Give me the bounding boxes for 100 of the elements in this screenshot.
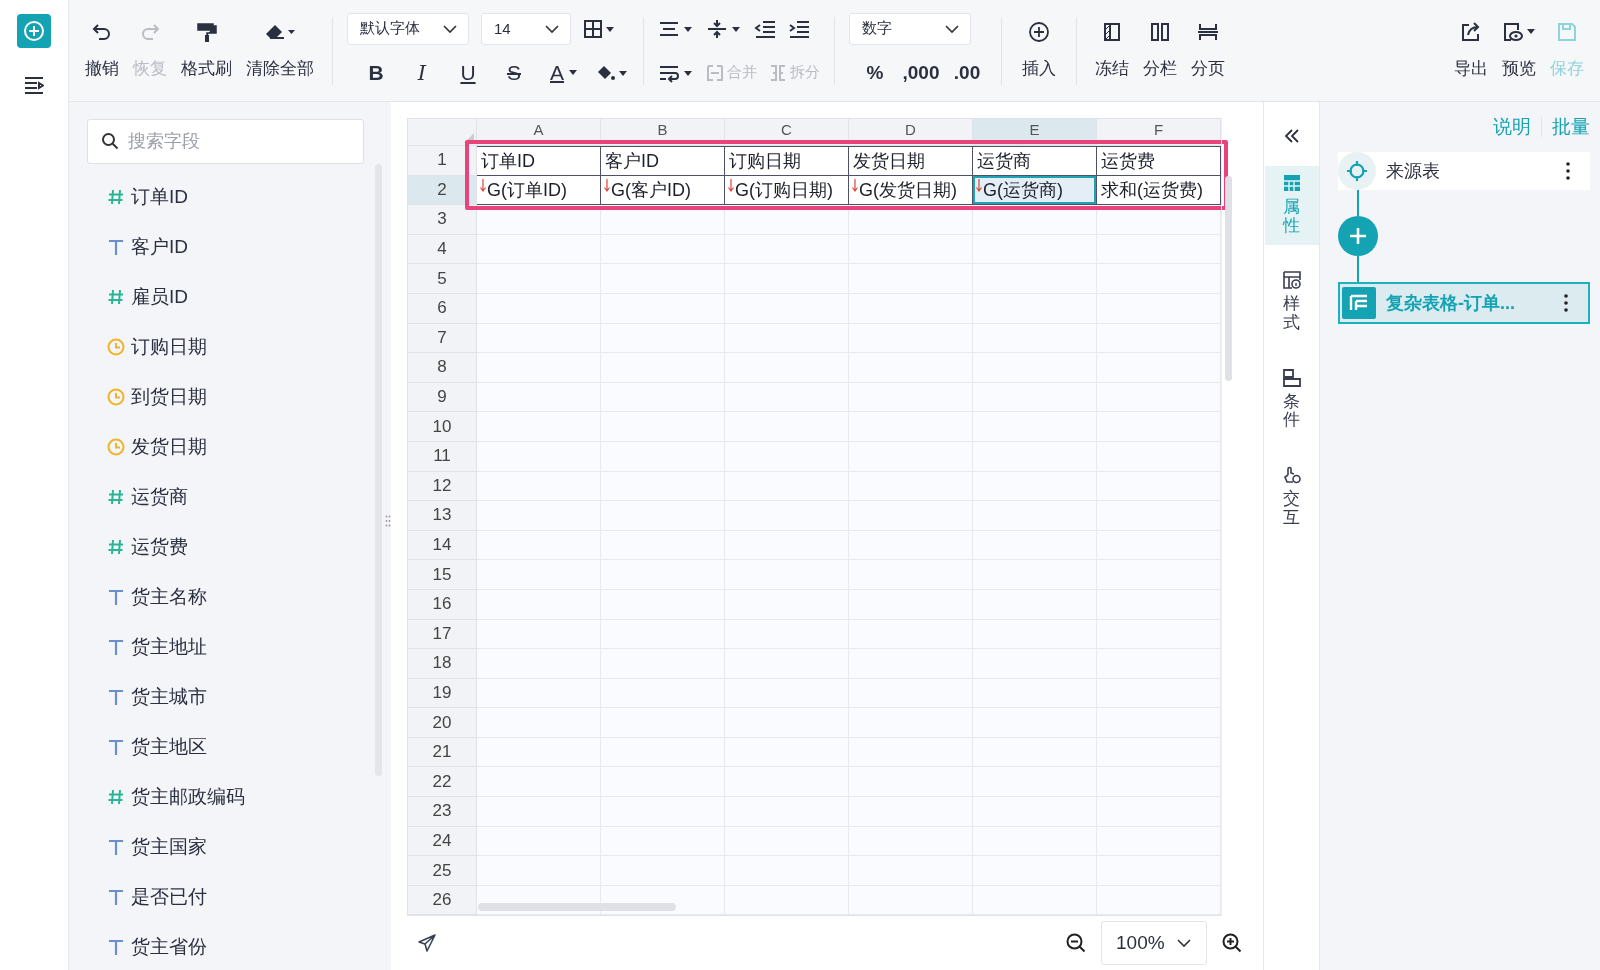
- table-cell[interactable]: [973, 885, 1097, 916]
- side-tab[interactable]: 条件: [1264, 360, 1319, 441]
- field-item[interactable]: 货主城市: [131, 684, 207, 710]
- field-item[interactable]: 运货费: [131, 534, 188, 560]
- more-icon[interactable]: [1564, 294, 1568, 312]
- add-step-button[interactable]: [1338, 216, 1378, 256]
- field-item[interactable]: 订购日期: [131, 334, 207, 360]
- row-header[interactable]: 22: [408, 767, 477, 798]
- freeze-button[interactable]: 冻结: [1091, 21, 1133, 80]
- outdent-icon[interactable]: [754, 18, 776, 39]
- add-button[interactable]: [17, 14, 51, 48]
- table-cell[interactable]: [477, 501, 601, 531]
- row-header[interactable]: 6: [408, 293, 477, 324]
- table-cell[interactable]: G(订购日期): [725, 175, 849, 206]
- color-button[interactable]: A: [541, 57, 587, 88]
- table-cell[interactable]: [477, 649, 601, 679]
- table-cell[interactable]: [477, 264, 601, 294]
- row-header[interactable]: 26: [408, 885, 477, 916]
- table-cell[interactable]: [477, 471, 601, 502]
- indent-icon[interactable]: [788, 18, 810, 39]
- row-header[interactable]: 25: [408, 856, 477, 886]
- collapse-icon[interactable]: [1282, 128, 1301, 144]
- field-item[interactable]: 货主国家: [131, 834, 207, 860]
- vertical-align-icon[interactable]: [706, 18, 742, 39]
- number-format-select[interactable]: 数字: [849, 12, 971, 45]
- strike-button[interactable]: S: [495, 57, 533, 88]
- field-item[interactable]: 货主省份: [131, 934, 207, 960]
- row-header[interactable]: 24: [408, 826, 477, 857]
- table-cell[interactable]: 订单ID: [477, 146, 601, 176]
- row-header[interactable]: 12: [408, 471, 477, 502]
- table-cell[interactable]: [477, 293, 601, 324]
- send-icon[interactable]: [417, 933, 437, 954]
- row-header[interactable]: 1: [408, 146, 477, 176]
- row-header[interactable]: 15: [408, 560, 477, 590]
- flow-node[interactable]: 来源表: [1338, 152, 1590, 190]
- number-format-button[interactable]: .00: [947, 61, 987, 84]
- underline-button[interactable]: U: [449, 57, 487, 88]
- border-icon[interactable]: [583, 18, 615, 39]
- table-cell[interactable]: [477, 767, 601, 798]
- undo-button[interactable]: 撤销: [81, 21, 123, 80]
- export-button[interactable]: 导出: [1450, 21, 1492, 80]
- scrollbar[interactable]: [1225, 176, 1232, 381]
- table-cell[interactable]: [477, 856, 601, 886]
- table-cell[interactable]: [1097, 885, 1221, 916]
- row-header[interactable]: 14: [408, 530, 477, 561]
- table-cell[interactable]: [477, 619, 601, 650]
- field-item[interactable]: 货主邮政编码: [131, 784, 245, 810]
- table-cell[interactable]: G(运货商): [973, 175, 1097, 206]
- field-item[interactable]: 货主名称: [131, 584, 207, 610]
- field-item[interactable]: 货主地区: [131, 734, 207, 760]
- table-cell[interactable]: [477, 234, 601, 265]
- table-cell[interactable]: 求和(运货费): [1097, 175, 1221, 206]
- table-cell[interactable]: [477, 412, 601, 442]
- row-header[interactable]: 21: [408, 737, 477, 768]
- preview-button[interactable]: 预览: [1498, 21, 1540, 80]
- table-cell[interactable]: [849, 885, 973, 916]
- size-select[interactable]: 14: [481, 12, 571, 45]
- table-cell[interactable]: [477, 678, 601, 709]
- row-header[interactable]: 7: [408, 323, 477, 354]
- row-header[interactable]: 20: [408, 708, 477, 738]
- table-cell[interactable]: [477, 441, 601, 472]
- field-item[interactable]: 运货商: [131, 484, 188, 510]
- table-cell[interactable]: [477, 737, 601, 768]
- scrollbar[interactable]: [478, 903, 676, 912]
- row-header[interactable]: 18: [408, 649, 477, 679]
- side-tab[interactable]: 交互: [1264, 458, 1319, 538]
- row-header[interactable]: 19: [408, 678, 477, 709]
- field-item[interactable]: 货主地址: [131, 634, 207, 660]
- row-header[interactable]: 23: [408, 797, 477, 827]
- table-cell[interactable]: [477, 530, 601, 561]
- table-cell[interactable]: [477, 382, 601, 413]
- font-select[interactable]: 默认字体: [347, 12, 469, 45]
- field-item[interactable]: 客户ID: [131, 234, 188, 260]
- row-header[interactable]: 4: [408, 234, 477, 265]
- search-field[interactable]: 搜索字段: [87, 119, 364, 164]
- table-cell[interactable]: G(发货日期): [849, 175, 973, 206]
- field-item[interactable]: 发货日期: [131, 434, 207, 460]
- row-header[interactable]: 16: [408, 589, 477, 620]
- zoom-in-icon[interactable]: [1221, 932, 1243, 955]
- columns-button[interactable]: 分栏: [1139, 21, 1181, 80]
- row-header[interactable]: 9: [408, 382, 477, 413]
- row-header[interactable]: 8: [408, 353, 477, 383]
- row-header[interactable]: 17: [408, 619, 477, 650]
- table-cell[interactable]: [477, 560, 601, 590]
- row-header[interactable]: 5: [408, 264, 477, 294]
- row-header[interactable]: 13: [408, 501, 477, 531]
- table-cell[interactable]: [477, 323, 601, 354]
- brush-button[interactable]: 格式刷: [177, 21, 236, 80]
- number-format-button[interactable]: %: [855, 61, 895, 84]
- table-cell[interactable]: [477, 708, 601, 738]
- field-item[interactable]: 订单ID: [131, 184, 188, 210]
- table-cell[interactable]: [477, 589, 601, 620]
- table-cell[interactable]: [477, 826, 601, 857]
- field-item[interactable]: 是否已付: [131, 884, 207, 910]
- field-item[interactable]: 到货日期: [131, 384, 207, 410]
- eraser-button[interactable]: 清除全部: [242, 21, 318, 80]
- table-cell[interactable]: [477, 797, 601, 827]
- field-item[interactable]: 雇员ID: [131, 284, 188, 310]
- table-cell[interactable]: G(客户ID): [601, 175, 725, 206]
- zoom-out-icon[interactable]: [1065, 932, 1087, 955]
